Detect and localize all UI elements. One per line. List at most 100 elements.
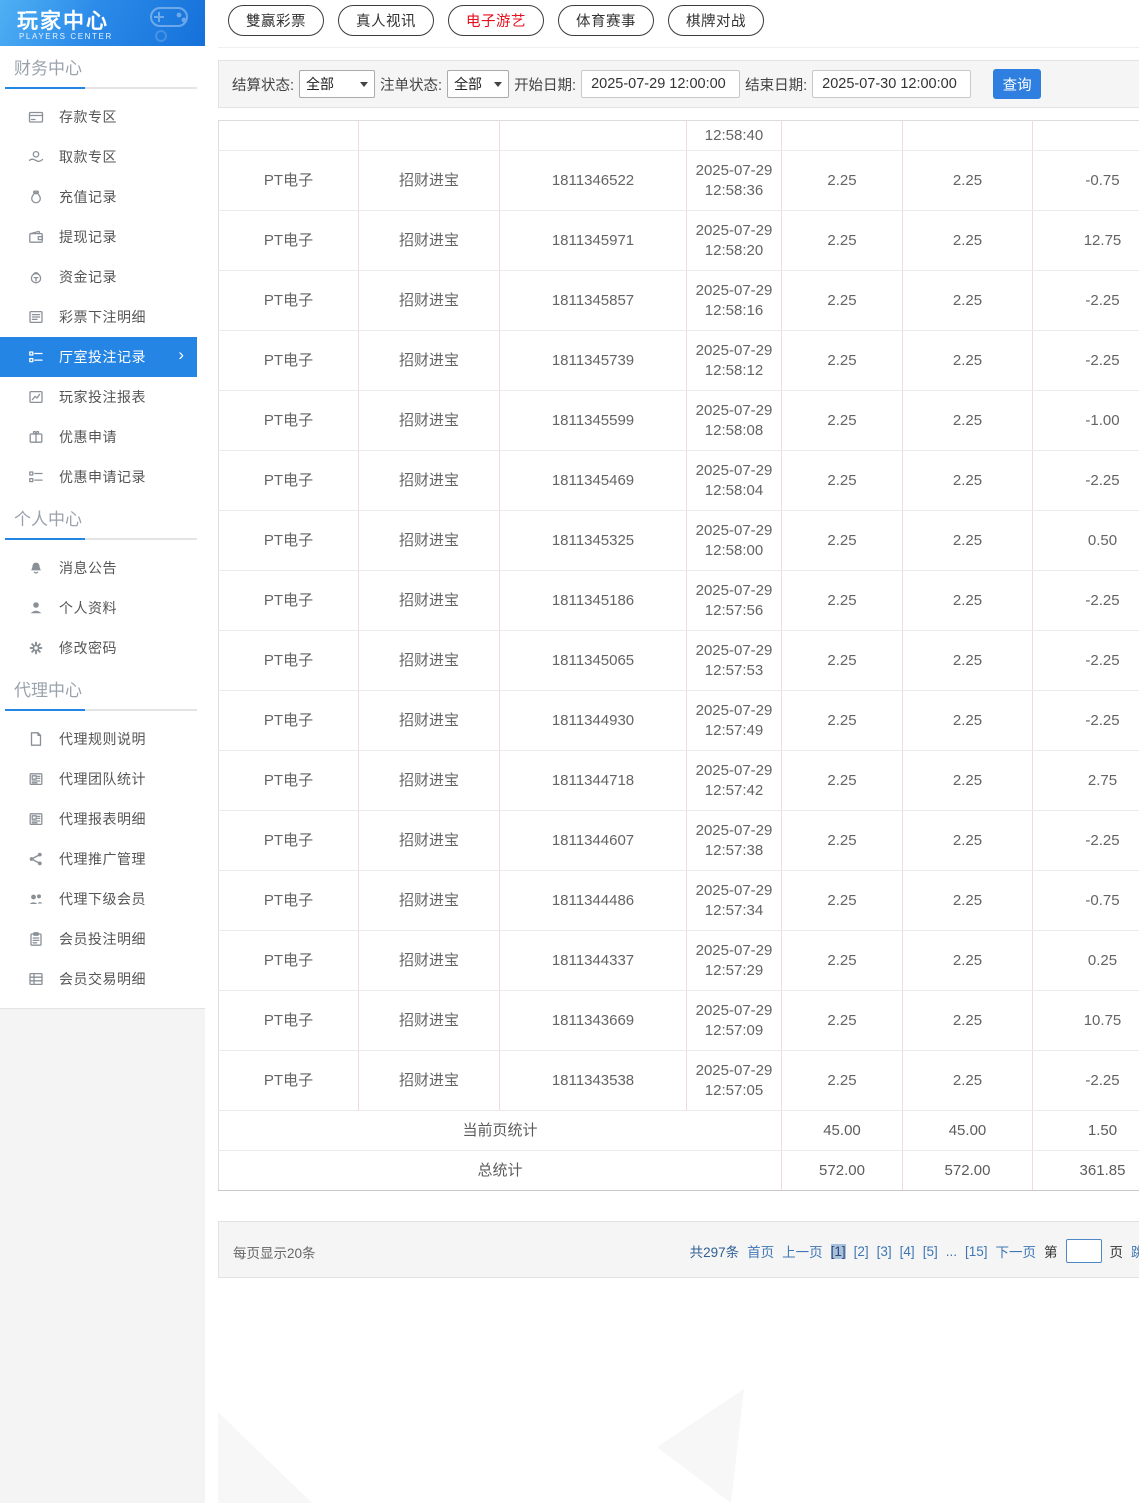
sidebar-item[interactable]: 代理团队统计 › xyxy=(0,759,205,799)
hall-list-icon xyxy=(28,349,44,365)
cell-order-no: 1811344930 xyxy=(499,690,687,751)
cell-bet-amount: 2.25 xyxy=(781,810,903,871)
current-page-winloss-total: 1.50 xyxy=(1032,1110,1139,1151)
settle-status-select[interactable]: 全部 xyxy=(299,70,376,98)
cell-time: 2025-07-29 12:57:09 xyxy=(686,990,782,1051)
cell-game: 招财进宝 xyxy=(358,630,500,691)
cell-order-no: 1811345325 xyxy=(499,510,687,571)
sidebar-item-label: 代理报表明细 xyxy=(59,811,146,827)
users-icon xyxy=(28,891,44,907)
cell-order-no: 1811344486 xyxy=(499,870,687,931)
page-link[interactable]: [4] xyxy=(900,1244,915,1259)
cell-win-loss xyxy=(1032,120,1139,151)
app-header: 玩家中心 PLAYERS CENTER xyxy=(0,0,205,46)
cell-order-no: 1811345469 xyxy=(499,450,687,511)
cell-time: 2025-07-29 12:58:04 xyxy=(686,450,782,511)
cell-order-no: 1811346522 xyxy=(499,150,687,211)
sidebar-item[interactable]: 提现记录 › xyxy=(0,217,205,257)
cell-valid-amount: 2.25 xyxy=(902,810,1033,871)
chevron-right-icon: › xyxy=(178,345,184,364)
first-page-link[interactable]: 首页 xyxy=(747,1241,774,1261)
cell-game: 招财进宝 xyxy=(358,150,500,211)
cell-game: 招财进宝 xyxy=(358,510,500,571)
cell-valid-amount: 2.25 xyxy=(902,750,1033,811)
sidebar-footer-area xyxy=(0,1009,205,1503)
sidebar-item[interactable]: 优惠申请记录 › xyxy=(0,457,205,497)
pagination-controls: 共297条 首页 上一页 [1] [2] [3] [4] [5]... [15] 下一页 … xyxy=(690,1239,1139,1263)
order-status-select[interactable]: 全部 xyxy=(447,70,510,98)
sidebar-item[interactable]: 代理报表明细 › xyxy=(0,799,205,839)
wallet-icon xyxy=(28,229,44,245)
cell-order-no: 1811343538 xyxy=(499,1050,687,1111)
table-row: PT电子 招财进宝 1811345857 2025-07-29 12:58:16… xyxy=(218,270,1139,331)
sidebar-item[interactable]: 会员交易明细 › xyxy=(0,959,205,999)
top-tab[interactable]: 电子游艺 xyxy=(448,5,544,36)
top-tab[interactable]: 体育赛事 xyxy=(558,5,654,36)
top-tab[interactable]: 雙赢彩票 xyxy=(228,5,324,36)
cell-order-no: 1811344718 xyxy=(499,750,687,811)
prev-page-link[interactable]: 上一页 xyxy=(782,1241,823,1261)
sidebar-item[interactable]: 存款专区 › xyxy=(0,97,205,137)
sidebar-item[interactable]: 取款专区 › xyxy=(0,137,205,177)
table-row: PT电子 招财进宝 1811345186 2025-07-29 12:57:56… xyxy=(218,570,1139,631)
jump-page-input[interactable] xyxy=(1065,1239,1102,1263)
end-date-input[interactable] xyxy=(812,70,972,98)
top-tab[interactable]: 真人视讯 xyxy=(338,5,434,36)
sidebar-item[interactable]: 玩家投注报表 › xyxy=(0,377,205,417)
doc-icon xyxy=(28,731,44,747)
query-button[interactable]: 查询 xyxy=(993,69,1042,99)
page-links: [1] [2] [3] [4] [5]... [15] xyxy=(830,1243,988,1259)
start-date-input[interactable] xyxy=(581,70,741,98)
sidebar-item[interactable]: 消息公告 › xyxy=(0,548,205,588)
cell-order-no: 1811345599 xyxy=(499,390,687,451)
table-row: PT电子 招财进宝 1811345739 2025-07-29 12:58:12… xyxy=(218,330,1139,391)
sidebar-item[interactable]: 充值记录 › xyxy=(0,177,205,217)
bet-records-table-wrap: 12:58:40 PT电子 招财进宝 1811346522 2025-07-29… xyxy=(218,120,1139,1191)
cell-win-loss: -2.25 xyxy=(1032,270,1139,331)
table-row: PT电子 招财进宝 1811344607 2025-07-29 12:57:38… xyxy=(218,810,1139,871)
gamepad-icon xyxy=(150,7,188,42)
cell-game: 招财进宝 xyxy=(358,1050,500,1111)
cell-game: 招财进宝 xyxy=(358,870,500,931)
sidebar-item[interactable]: 厅室投注记录 › xyxy=(0,337,197,377)
next-page-link[interactable]: 下一页 xyxy=(996,1241,1037,1261)
jump-go-link[interactable]: 跳转 xyxy=(1131,1241,1139,1261)
sidebar-item[interactable]: 会员投注明细 › xyxy=(0,919,205,959)
chart-icon xyxy=(28,389,44,405)
sidebar-item-label: 取款专区 xyxy=(59,149,117,165)
sidebar-item[interactable]: 代理规则说明 › xyxy=(0,719,205,759)
cell-game: 招财进宝 xyxy=(358,690,500,751)
cell-bet-amount: 2.25 xyxy=(781,990,903,1051)
gift-icon xyxy=(28,429,44,445)
page-link[interactable]: [3] xyxy=(877,1244,892,1259)
sidebar-item[interactable]: 修改密码 › xyxy=(0,628,205,668)
cell-valid-amount: 2.25 xyxy=(902,930,1033,991)
cell-win-loss: -2.25 xyxy=(1032,630,1139,691)
sidebar-item[interactable]: 优惠申请 › xyxy=(0,417,205,457)
page-link[interactable]: [15] xyxy=(965,1244,988,1259)
game-category-tabs: 雙赢彩票 真人视讯 电子游艺 体育赛事 棋牌对战 xyxy=(228,5,764,36)
cell-platform: PT电子 xyxy=(218,990,359,1051)
sidebar-item[interactable]: 个人资料 › xyxy=(0,588,205,628)
table-row: PT电子 招财进宝 1811344718 2025-07-29 12:57:42… xyxy=(218,750,1139,811)
sidebar-item[interactable]: 代理下级会员 › xyxy=(0,879,205,919)
page-link[interactable]: ... xyxy=(946,1244,957,1259)
sidebar-item[interactable]: 资金记录 › xyxy=(0,257,205,297)
sidebar-item[interactable]: 代理推广管理 › xyxy=(0,839,205,879)
cell-platform: PT电子 xyxy=(218,750,359,811)
cell-win-loss: 12.75 xyxy=(1032,210,1139,271)
moneybag-icon xyxy=(28,189,44,205)
players-center-page: 玩家中心 PLAYERS CENTER 财务中心 存款专区 › 取款专区 › 充… xyxy=(0,0,1139,1503)
cell-bet-amount: 2.25 xyxy=(781,630,903,691)
page-link[interactable]: [1] xyxy=(830,1243,846,1259)
top-tab[interactable]: 棋牌对战 xyxy=(668,5,764,36)
sidebar-item[interactable]: 彩票下注明细 › xyxy=(0,297,205,337)
bet-records-table: 12:58:40 PT电子 招财进宝 1811346522 2025-07-29… xyxy=(218,120,1139,1191)
page-link[interactable]: [2] xyxy=(854,1244,869,1259)
sidebar-section-title: 财务中心 xyxy=(14,59,82,78)
page-link[interactable]: [5] xyxy=(923,1244,938,1259)
cell-platform xyxy=(218,120,359,151)
cell-valid-amount: 2.25 xyxy=(902,210,1033,271)
cell-valid-amount: 2.25 xyxy=(902,510,1033,571)
table-row: PT电子 招财进宝 1811346522 2025-07-29 12:58:36… xyxy=(218,150,1139,211)
